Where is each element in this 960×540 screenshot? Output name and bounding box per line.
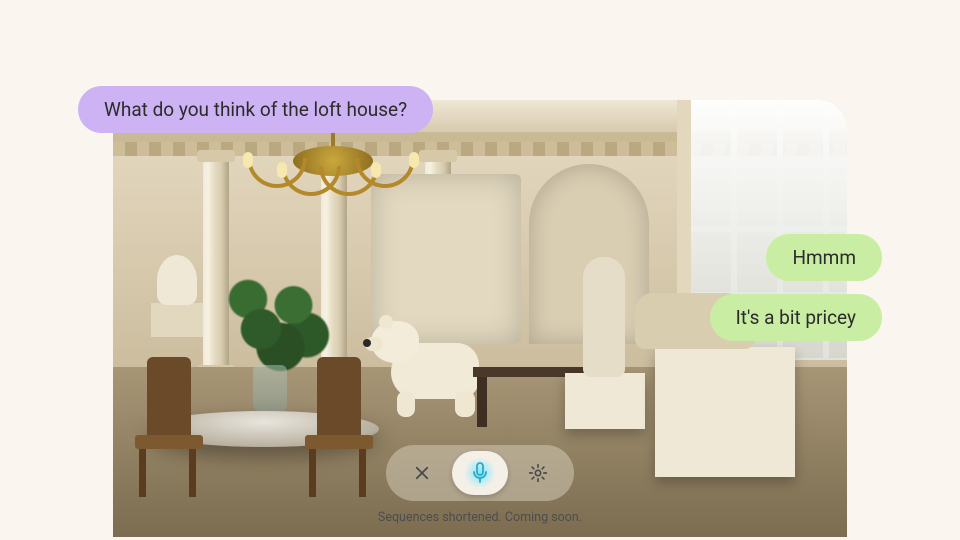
chair bbox=[129, 357, 209, 497]
agent-message: Hmmm bbox=[766, 234, 882, 281]
gear-icon bbox=[528, 463, 548, 483]
voice-control-bar bbox=[386, 445, 574, 501]
standing-statue bbox=[583, 257, 625, 377]
agent-message: It's a bit pricey bbox=[710, 294, 882, 341]
close-button[interactable] bbox=[404, 455, 440, 491]
close-icon bbox=[413, 464, 431, 482]
user-message: What do you think of the loft house? bbox=[78, 86, 433, 133]
bust-pedestal bbox=[151, 303, 203, 337]
vase bbox=[253, 365, 287, 415]
chair bbox=[299, 357, 379, 497]
plinth bbox=[565, 373, 645, 429]
settings-button[interactable] bbox=[520, 455, 556, 491]
mic-glow bbox=[464, 457, 496, 489]
microphone-button[interactable] bbox=[452, 451, 508, 495]
microphone-icon bbox=[472, 462, 488, 484]
caption-text: Sequences shortened. Coming soon. bbox=[378, 510, 582, 525]
plinth bbox=[655, 347, 795, 477]
bust-statue bbox=[157, 255, 197, 305]
